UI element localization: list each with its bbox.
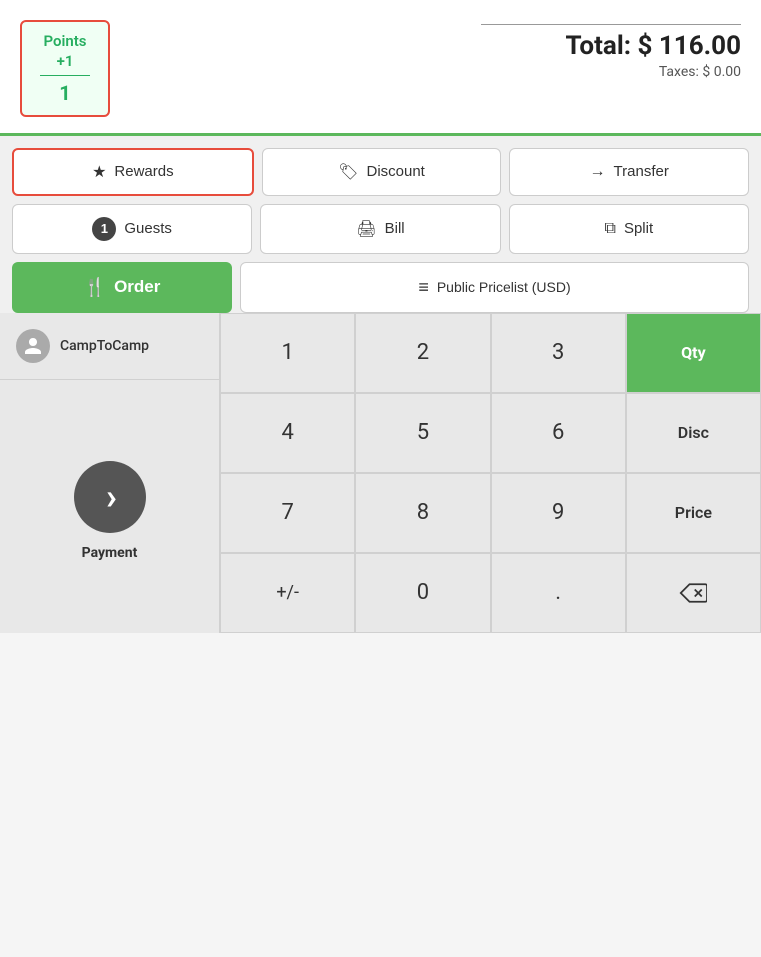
total-section: Total: $ 116.00 Taxes: $ 0.00 — [481, 20, 741, 80]
numpad-key-qty[interactable]: Qty — [626, 313, 761, 393]
numpad-key-backspace[interactable] — [626, 553, 761, 633]
points-divider — [40, 75, 90, 76]
customer-name: CampToCamp — [60, 338, 149, 354]
numpad-key-6[interactable]: 6 — [491, 393, 626, 473]
transfer-label: Transfer — [614, 163, 669, 180]
top-section: Points +1 1 Total: $ 116.00 Taxes: $ 0.0… — [0, 0, 761, 136]
numpad-key-disc[interactable]: Disc — [626, 393, 761, 473]
rewards-label: Rewards — [114, 163, 173, 180]
cutlery-icon: 🍴 — [84, 277, 106, 298]
order-button[interactable]: 🍴 Order — [12, 262, 232, 313]
total-amount: Total: $ 116.00 — [481, 31, 741, 61]
discount-label: Discount — [366, 163, 424, 180]
payment-area: › Payment — [0, 380, 219, 633]
user-icon — [23, 336, 43, 356]
numpad-key-9[interactable]: 9 — [491, 473, 626, 553]
guests-label: Guests — [124, 220, 172, 237]
numpad-key-0[interactable]: 0 — [355, 553, 490, 633]
customer-icon — [16, 329, 50, 363]
transfer-button[interactable]: → Transfer — [509, 148, 749, 196]
numpad-key-3[interactable]: 3 — [491, 313, 626, 393]
numpad-key-2[interactable]: 2 — [355, 313, 490, 393]
rewards-button[interactable]: ★ Rewards — [12, 148, 254, 196]
split-label: Split — [624, 220, 653, 237]
total-divider — [481, 24, 741, 25]
arrow-icon: → — [590, 163, 606, 181]
payment-label: Payment — [82, 545, 138, 561]
numpad-key-7[interactable]: 7 — [220, 473, 355, 553]
pricelist-label: Public Pricelist (USD) — [437, 279, 571, 295]
action-row-3: 🍴 Order ≡ Public Pricelist (USD) — [12, 262, 749, 313]
tag-icon: 🏷 — [338, 162, 358, 182]
numpad-section: CampToCamp › Payment 1 2 3 Qty 4 5 6 Dis… — [0, 313, 761, 633]
order-label: Order — [114, 277, 160, 297]
print-icon: 🖨 — [356, 219, 376, 239]
backspace-icon — [679, 582, 707, 604]
points-value: 1 — [40, 81, 90, 105]
list-icon: ≡ — [418, 277, 429, 298]
chevron-right-icon: › — [106, 479, 117, 515]
action-section: ★ Rewards 🏷 Discount → Transfer 1 Guests… — [0, 136, 761, 313]
numpad-key-1[interactable]: 1 — [220, 313, 355, 393]
action-row-2: 1 Guests 🖨 Bill ⧉ Split — [12, 204, 749, 254]
bill-label: Bill — [385, 220, 405, 237]
points-increment: +1 — [40, 52, 90, 70]
payment-button[interactable]: › — [74, 461, 146, 533]
points-card[interactable]: Points +1 1 — [20, 20, 110, 117]
action-row-1: ★ Rewards 🏷 Discount → Transfer — [12, 148, 749, 196]
taxes-amount: Taxes: $ 0.00 — [481, 64, 741, 80]
discount-button[interactable]: 🏷 Discount — [262, 148, 502, 196]
numpad-key-plusminus[interactable]: +/- — [220, 553, 355, 633]
pricelist-button[interactable]: ≡ Public Pricelist (USD) — [240, 262, 749, 313]
numpad-key-dot[interactable]: . — [491, 553, 626, 633]
customer-payment-area: CampToCamp › Payment — [0, 313, 220, 633]
numpad-grid: 1 2 3 Qty 4 5 6 Disc 7 8 9 Price +/- 0 . — [220, 313, 761, 633]
guests-count-badge: 1 — [92, 217, 116, 241]
star-icon: ★ — [92, 162, 106, 182]
points-title: Points — [40, 32, 90, 52]
numpad-key-8[interactable]: 8 — [355, 473, 490, 553]
numpad-key-price[interactable]: Price — [626, 473, 761, 553]
bill-button[interactable]: 🖨 Bill — [260, 204, 500, 254]
split-button[interactable]: ⧉ Split — [509, 204, 749, 254]
numpad-key-4[interactable]: 4 — [220, 393, 355, 473]
guests-button[interactable]: 1 Guests — [12, 204, 252, 254]
customer-row[interactable]: CampToCamp — [0, 313, 219, 380]
split-icon: ⧉ — [605, 220, 616, 238]
numpad-key-5[interactable]: 5 — [355, 393, 490, 473]
